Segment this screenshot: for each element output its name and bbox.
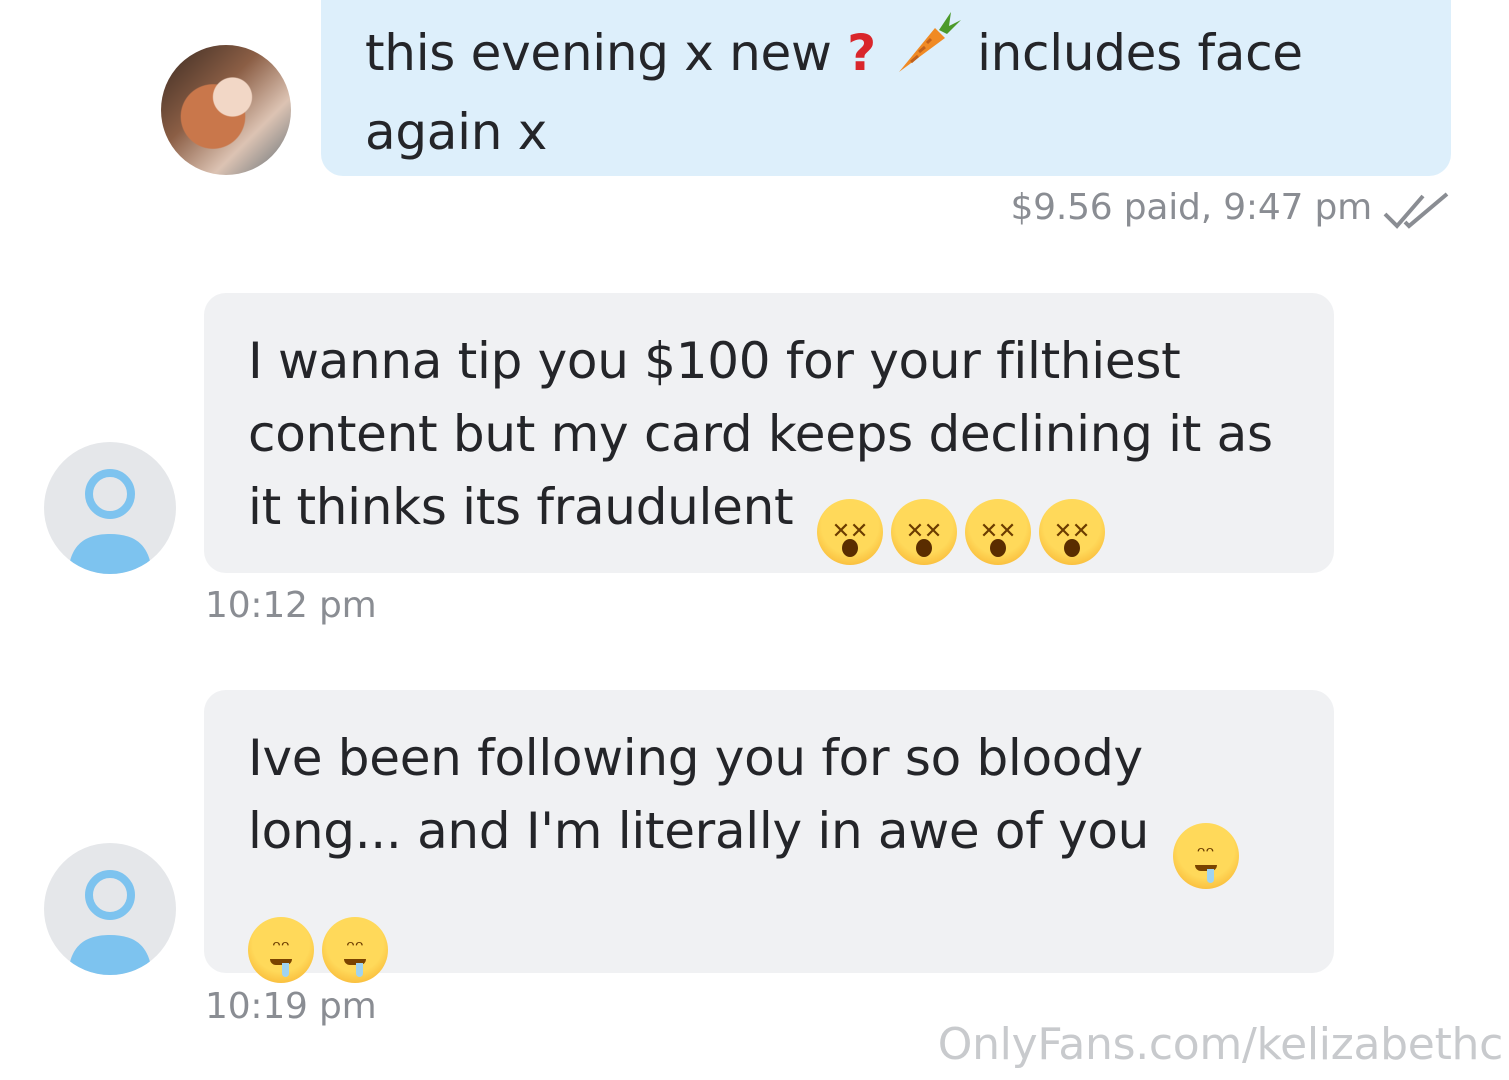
message-meta: $9.56 paid, 9:47 pm	[1010, 187, 1372, 228]
message-line: ᵔᵔ ᵔᵔ	[240, 889, 1239, 983]
message-line: content but my card keeps declining it a…	[248, 405, 1273, 463]
user-avatar[interactable]	[44, 442, 176, 574]
drooling-face-icon: ᵔᵔ	[322, 917, 388, 983]
drooling-face-icon: ᵔᵔ	[248, 917, 314, 983]
watermark-text: OnlyFans.com/kelizabethc	[937, 1019, 1504, 1070]
message-line: includes face	[977, 24, 1303, 82]
message-line: long... and I'm literally in awe of you …	[248, 795, 1239, 889]
user-icon	[68, 469, 152, 574]
message-bubble-incoming[interactable]: I wanna tip you $100 for your filthiest …	[204, 293, 1334, 573]
user-icon	[68, 870, 152, 975]
drooling-face-icon: ᵔᵔ	[1172, 823, 1239, 889]
user-avatar[interactable]	[44, 843, 176, 975]
message-text: this evening x new ? includes face	[365, 6, 1303, 96]
dizzy-face-icon: ✕✕	[890, 499, 957, 565]
dizzy-face-icon: ✕✕	[1038, 499, 1105, 565]
message-bubble-incoming[interactable]: Ive been following you for so bloody lon…	[204, 690, 1334, 983]
dizzy-face-icon: ✕✕	[816, 499, 883, 565]
question-mark-icon: ?	[847, 24, 876, 82]
message-time: 10:12 pm	[205, 585, 377, 626]
message-line: I wanna tip you $100 for your filthiest	[248, 332, 1181, 390]
message-line-text: long... and I'm literally in awe of you	[248, 802, 1150, 860]
double-check-icon	[1381, 192, 1451, 236]
message-line-text: it thinks its fraudulent	[248, 478, 794, 536]
message-time: 10:19 pm	[205, 986, 377, 1027]
carrot-icon	[891, 6, 962, 96]
message-line: this evening x new	[365, 24, 832, 82]
message-line: Ive been following you for so bloody	[248, 729, 1143, 787]
message-line: it thinks its fraudulent ✕✕ ✕✕ ✕✕ ✕✕	[248, 471, 1273, 565]
message-bubble-outgoing[interactable]: this evening x new ? includes face again…	[321, 0, 1451, 176]
sender-avatar[interactable]	[161, 45, 291, 175]
message-line: again x	[365, 103, 547, 161]
dizzy-face-icon: ✕✕	[964, 499, 1031, 565]
